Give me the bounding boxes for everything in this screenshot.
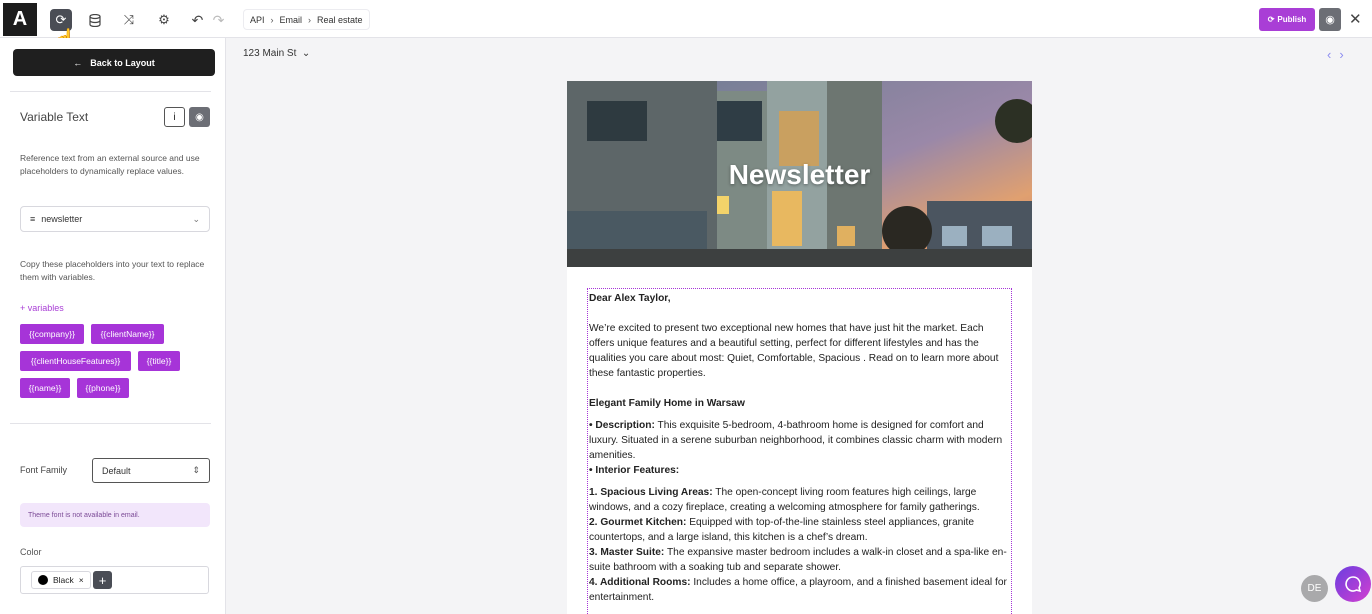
chevron-right-icon: › [270, 14, 274, 25]
remove-icon[interactable]: × [79, 575, 84, 585]
source-select[interactable]: ≡ newsletter ⌄ [20, 206, 210, 232]
divider [10, 91, 211, 92]
back-to-layout-button[interactable]: ← Back to Layout [13, 49, 215, 76]
variable-text-block[interactable]: Dear Alex Taylor, We’re excited to prese… [587, 288, 1012, 614]
chip-client-house-features[interactable]: {{clientHouseFeatures}} [20, 351, 131, 371]
address-selector[interactable]: 123 Main St ⌄ [243, 48, 310, 59]
chevron-updown-icon: ⇕ [192, 465, 200, 475]
chat-bubble-icon[interactable] [1335, 566, 1371, 602]
description-label: • Description: [589, 420, 655, 431]
list-item: 2. Gourmet Kitchen: Equipped with top-of… [589, 515, 1010, 545]
breadcrumb-item-real-estate[interactable]: Real estate [317, 15, 363, 25]
sync-icon: ⟳ [1267, 15, 1275, 24]
list-item-label: 2. Gourmet Kitchen: [589, 517, 687, 528]
shuffle-icon[interactable]: ⤨ [118, 9, 140, 31]
interior-features-label: • Interior Features: [589, 465, 680, 476]
breadcrumb-item-email[interactable]: Email [280, 15, 303, 25]
hero-image[interactable]: Newsletter [567, 81, 1032, 267]
chevron-right-icon: › [308, 14, 312, 25]
undo-icon[interactable]: ↶ [192, 12, 204, 29]
description-line: • Description: This exquisite 5-bedroom,… [589, 418, 1010, 463]
panel-title: Variable Text [20, 110, 89, 124]
panel-description: Reference text from an external source a… [20, 153, 200, 176]
database-icon[interactable] [84, 9, 106, 31]
chip-title[interactable]: {{title}} [138, 351, 180, 371]
avatar[interactable]: DE [1301, 575, 1328, 602]
list-item: 4. Additional Rooms: Includes a home off… [589, 575, 1010, 605]
list-item: 1. Spacious Living Areas: The open-conce… [589, 485, 1010, 515]
close-icon[interactable]: ✕ [1349, 10, 1362, 28]
chip-company[interactable]: {{company}} [20, 324, 84, 344]
list-item-label: 4. Additional Rooms: [589, 577, 691, 588]
publish-label: Publish [1277, 15, 1307, 24]
email-preview: Newsletter Dear Alex Taylor, We’re excit… [567, 81, 1032, 614]
add-variables-link[interactable]: + variables [20, 303, 64, 313]
publish-button[interactable]: ⟳ Publish [1259, 8, 1315, 31]
gear-icon[interactable]: ⚙ [153, 9, 175, 31]
breadcrumb: API › Email › Real estate [243, 9, 370, 30]
chevron-right-icon[interactable]: › [1339, 47, 1351, 62]
chip-name[interactable]: {{name}} [20, 378, 70, 398]
history-controls: ↶ ↷ [187, 9, 229, 31]
address-value: 123 Main St [243, 48, 297, 59]
hero-title: Newsletter [728, 159, 871, 190]
redo-icon[interactable]: ↷ [213, 12, 225, 29]
variable-text-panel: ← Back to Layout Variable Text i ◉ Refer… [0, 38, 226, 614]
color-field: Black × + [20, 566, 209, 594]
color-value: Black [53, 575, 74, 585]
property-heading: Elegant Family Home in Warsaw [589, 398, 745, 409]
color-swatch [38, 575, 48, 585]
preview-eye-icon[interactable]: ◉ [1319, 8, 1341, 31]
color-label: Color [20, 547, 42, 557]
font-family-label: Font Family [20, 465, 68, 475]
app-logo[interactable]: A [3, 3, 37, 36]
list-item-label: 1. Spacious Living Areas: [589, 487, 713, 498]
chevron-down-icon: ⌄ [299, 48, 311, 59]
color-chip-black[interactable]: Black × [31, 571, 91, 589]
font-family-value: Default [102, 465, 131, 476]
chip-client-name[interactable]: {{clientName}} [91, 324, 164, 344]
source-select-value: newsletter [41, 214, 83, 224]
eye-icon[interactable]: ◉ [189, 107, 210, 127]
top-bar: A ⟳ ⤨ ⚙ ↶ ↷ API › Email › Real estate ⟳ … [0, 0, 1372, 38]
info-icon[interactable]: i [164, 107, 185, 127]
back-label: Back to Layout [90, 57, 155, 68]
arrow-left-icon: ← [73, 57, 83, 68]
list-item: 3. Master Suite: The expansive master be… [589, 545, 1010, 575]
breadcrumb-item-api[interactable]: API [250, 15, 265, 25]
chevron-left-icon[interactable]: ‹ [1327, 47, 1339, 62]
theme-font-notice: Theme font is not available in email. [20, 503, 210, 527]
add-color-button[interactable]: + [93, 571, 112, 589]
chevron-down-icon: ⌄ [192, 213, 200, 224]
divider [10, 423, 211, 424]
chip-phone[interactable]: {{phone}} [77, 378, 129, 398]
list-item-label: 3. Master Suite: [589, 547, 665, 558]
database-icon: ≡ [30, 214, 36, 224]
intro-paragraph: We’re excited to present two exceptional… [589, 323, 999, 379]
record-navigation: ‹› [1327, 47, 1352, 62]
greeting: Dear Alex Taylor, [589, 293, 671, 304]
font-family-select[interactable]: Default ⇕ [92, 458, 210, 483]
copy-hint: Copy these placeholders into your text t… [20, 259, 205, 282]
